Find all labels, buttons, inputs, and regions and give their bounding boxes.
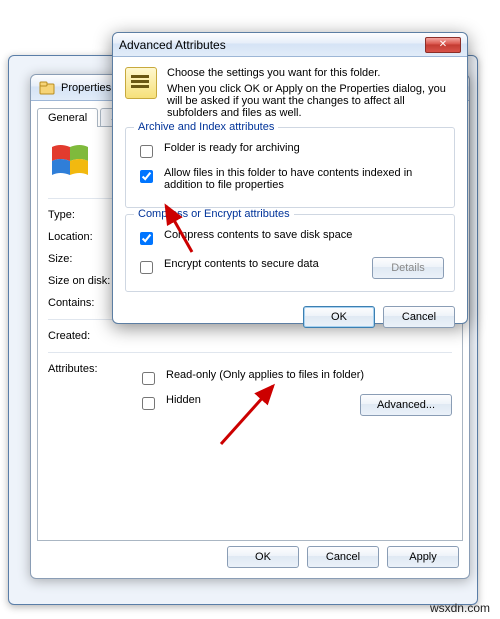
archive-label: Folder is ready for archiving <box>164 142 300 154</box>
advanced-titlebar[interactable]: Advanced Attributes ✕ <box>113 33 467 57</box>
properties-cancel-button[interactable]: Cancel <box>307 546 379 568</box>
close-button[interactable]: ✕ <box>425 37 461 53</box>
index-label: Allow files in this folder to have conte… <box>164 167 444 191</box>
archive-checkbox[interactable] <box>140 145 153 158</box>
close-icon: ✕ <box>439 39 447 50</box>
properties-footer: OK Cancel Apply <box>227 546 459 568</box>
hidden-label: Hidden <box>166 394 201 406</box>
divider <box>48 352 452 353</box>
attributes-page-icon <box>125 67 157 99</box>
advanced-attributes-dialog: Advanced Attributes ✕ Choose the setting… <box>112 32 468 324</box>
intro-line-2: When you click OK or Apply on the Proper… <box>167 83 455 119</box>
compress-label: Compress contents to save disk space <box>164 229 352 241</box>
properties-title: Properties <box>61 82 111 94</box>
tab-general[interactable]: General <box>37 108 98 127</box>
legend-archive: Archive and Index attributes <box>134 121 278 133</box>
advanced-footer: OK Cancel <box>113 300 467 338</box>
properties-apply-button[interactable]: Apply <box>387 546 459 568</box>
legend-compress: Compress or Encrypt attributes <box>134 208 294 220</box>
properties-ok-button[interactable]: OK <box>227 546 299 568</box>
advanced-ok-button[interactable]: OK <box>303 306 375 328</box>
encrypt-label: Encrypt contents to secure data <box>164 258 319 270</box>
intro-text: Choose the settings you want for this fo… <box>167 67 455 119</box>
details-button[interactable]: Details <box>372 257 444 279</box>
advanced-title: Advanced Attributes <box>119 38 226 52</box>
index-checkbox[interactable] <box>140 170 153 183</box>
folder-icon <box>39 80 55 96</box>
intro-line-1: Choose the settings you want for this fo… <box>167 67 455 79</box>
group-archive-index: Archive and Index attributes Folder is r… <box>125 127 455 208</box>
hidden-checkbox[interactable] <box>142 397 155 410</box>
readonly-label: Read-only (Only applies to files in fold… <box>166 369 364 381</box>
advanced-cancel-button[interactable]: Cancel <box>383 306 455 328</box>
readonly-checkbox[interactable] <box>142 372 155 385</box>
watermark: wsxdn.com <box>430 601 490 615</box>
advanced-button[interactable]: Advanced... <box>360 394 452 416</box>
label-attributes: Attributes: <box>48 363 138 375</box>
group-compress-encrypt: Compress or Encrypt attributes Compress … <box>125 214 455 292</box>
compress-checkbox[interactable] <box>140 232 153 245</box>
encrypt-checkbox[interactable] <box>140 261 153 274</box>
